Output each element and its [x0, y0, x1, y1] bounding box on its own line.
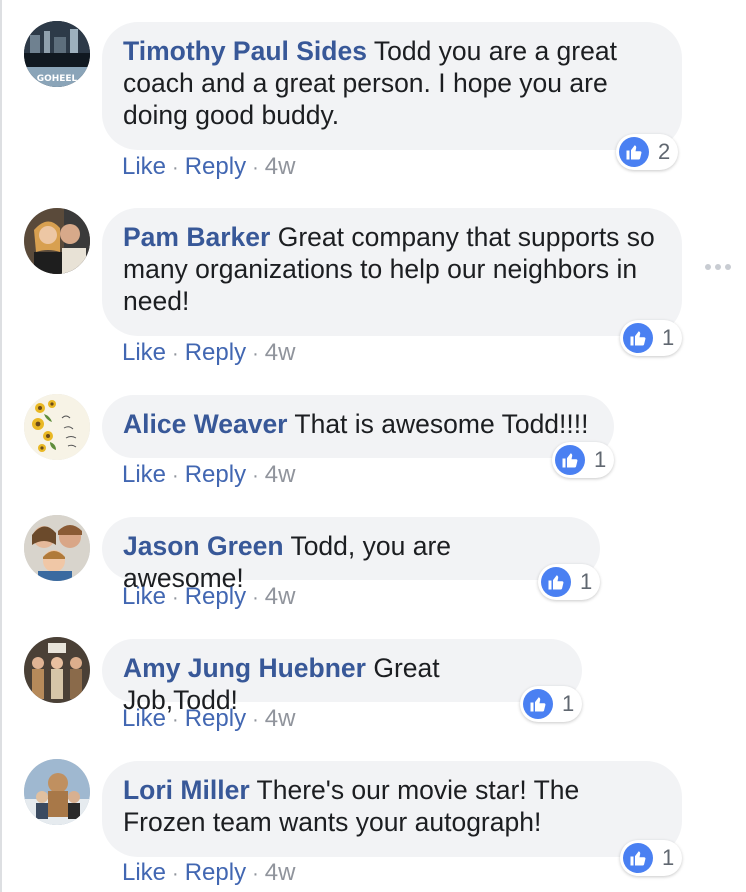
avatar-image: GOHEEL: [24, 21, 90, 87]
reaction-count-badge[interactable]: 1: [620, 840, 683, 876]
separator-dot: ·: [252, 465, 259, 487]
reaction-count-badge[interactable]: 1: [620, 320, 683, 356]
comment-thread-border: [0, 0, 2, 892]
comment-actions: Like · Reply · 4w: [122, 582, 295, 613]
comment-bubble: Lori Miller There's our movie star! The …: [102, 761, 682, 857]
like-link[interactable]: Like: [122, 461, 166, 488]
reaction-count-badge[interactable]: 1: [538, 564, 601, 600]
like-link[interactable]: Like: [122, 339, 166, 366]
reaction-count-badge[interactable]: 1: [552, 442, 615, 478]
separator-dot: ·: [252, 343, 259, 365]
comment-actions: Like · Reply · 4w: [122, 152, 295, 183]
reply-link[interactable]: Reply: [185, 461, 246, 488]
like-thumb-icon: [541, 567, 571, 597]
separator-dot: ·: [252, 709, 259, 731]
separator-dot: ·: [172, 863, 179, 885]
reply-link[interactable]: Reply: [185, 705, 246, 732]
avatar[interactable]: GOHEEL: [24, 21, 90, 87]
comment-author[interactable]: Amy Jung Huebner: [123, 653, 366, 683]
like-thumb-icon: [619, 137, 649, 167]
comment-actions: Like · Reply · 4w: [122, 338, 295, 369]
comment-author[interactable]: Lori Miller: [123, 775, 250, 805]
comment-bubble: Amy Jung Huebner Great Job,Todd!: [102, 639, 582, 715]
separator-dot: ·: [172, 343, 179, 365]
separator-dot: ·: [172, 709, 179, 731]
like-link[interactable]: Like: [122, 153, 166, 180]
avatar-image: [24, 515, 90, 581]
comment-bubble: Pam Barker Great company that supports s…: [102, 208, 682, 336]
comment-timestamp[interactable]: 4w: [265, 583, 296, 610]
reply-link[interactable]: Reply: [185, 583, 246, 610]
comment-timestamp[interactable]: 4w: [265, 339, 296, 366]
comment-bubble: Jason Green Todd, you are awesome!: [102, 517, 600, 593]
comment-timestamp[interactable]: 4w: [265, 859, 296, 886]
comment-timestamp[interactable]: 4w: [265, 153, 296, 180]
avatar[interactable]: [24, 637, 90, 703]
comment-bubble: Alice Weaver That is awesome Todd!!!!: [102, 395, 614, 458]
separator-dot: ·: [252, 157, 259, 179]
comment-author[interactable]: Jason Green: [123, 531, 284, 561]
reaction-count-badge[interactable]: 1: [520, 686, 583, 722]
comment-author[interactable]: Timothy Paul Sides: [123, 36, 367, 66]
avatar-image: [24, 208, 90, 274]
like-link[interactable]: Like: [122, 859, 166, 886]
reaction-count: 1: [662, 845, 675, 870]
like-link[interactable]: Like: [122, 705, 166, 732]
separator-dot: ·: [252, 863, 259, 885]
comment-actions: Like · Reply · 4w: [122, 704, 295, 735]
comment-bubble: Timothy Paul Sides Todd you are a great …: [102, 22, 682, 150]
like-thumb-icon: [523, 689, 553, 719]
comment-author[interactable]: Pam Barker: [123, 222, 270, 252]
avatar[interactable]: [24, 515, 90, 581]
reaction-count: 1: [580, 569, 593, 594]
comment-text: That is awesome Todd!!!!: [294, 409, 589, 439]
like-thumb-icon: [623, 323, 653, 353]
reaction-count: 1: [562, 691, 575, 716]
avatar[interactable]: [24, 759, 90, 825]
reaction-count: 1: [662, 325, 675, 350]
avatar[interactable]: [24, 394, 90, 460]
avatar-image: [24, 394, 90, 460]
comment-actions: Like · Reply · 4w: [122, 460, 295, 491]
comment-timestamp[interactable]: 4w: [265, 705, 296, 732]
comment-author[interactable]: Alice Weaver: [123, 409, 288, 439]
reaction-count: 2: [658, 139, 671, 164]
like-link[interactable]: Like: [122, 583, 166, 610]
avatar-image: [24, 637, 90, 703]
separator-dot: ·: [172, 587, 179, 609]
like-thumb-icon: [555, 445, 585, 475]
avatar-image: [24, 759, 90, 825]
like-thumb-icon: [623, 843, 653, 873]
reaction-count-badge[interactable]: 2: [616, 134, 679, 170]
more-options-icon[interactable]: [705, 262, 731, 272]
separator-dot: ·: [252, 587, 259, 609]
reply-link[interactable]: Reply: [185, 859, 246, 886]
svg-text:GOHEEL: GOHEEL: [37, 74, 78, 84]
reply-link[interactable]: Reply: [185, 339, 246, 366]
reply-link[interactable]: Reply: [185, 153, 246, 180]
avatar[interactable]: [24, 208, 90, 274]
comment-timestamp[interactable]: 4w: [265, 461, 296, 488]
separator-dot: ·: [172, 465, 179, 487]
reaction-count: 1: [594, 447, 607, 472]
comment-actions: Like · Reply · 4w: [122, 858, 295, 889]
separator-dot: ·: [172, 157, 179, 179]
